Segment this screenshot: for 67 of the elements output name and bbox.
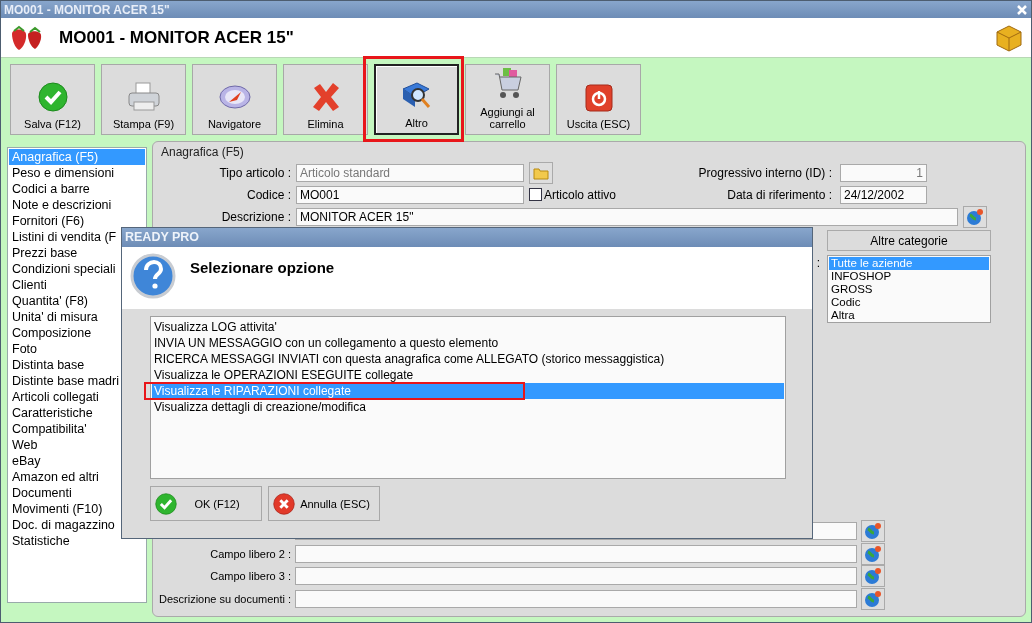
- question-icon: [130, 253, 176, 299]
- sidebar-item[interactable]: Statistiche: [9, 533, 145, 549]
- globe-icon: [864, 544, 882, 563]
- text-field[interactable]: [295, 544, 857, 563]
- check-icon: [155, 492, 177, 515]
- option-item[interactable]: Visualizza dettagli di creazione/modifica: [152, 399, 784, 415]
- globe-icon: [864, 567, 882, 586]
- toolbar-button[interactable]: Altro: [374, 64, 459, 135]
- globe-button[interactable]: [861, 565, 885, 588]
- toolbar-button[interactable]: Uscita (ESC): [556, 64, 641, 135]
- option-item[interactable]: Visualizza le OPERAZIONI ESEGUITE collegate: [152, 367, 784, 383]
- text-field[interactable]: [295, 589, 857, 608]
- field-label: Descrizione su documenti :: [159, 592, 291, 605]
- field-label: Campo libero 2 :: [209, 547, 291, 560]
- toolbar-button[interactable]: Elimina: [283, 64, 368, 135]
- sidebar-item[interactable]: Fornitori (F6): [9, 213, 145, 229]
- dialog-heading: Selezionare opzione: [190, 259, 335, 278]
- company-item[interactable]: Altra: [829, 309, 989, 323]
- field-label: Codice :: [245, 187, 291, 202]
- checkbox-label: Articolo attivo: [544, 187, 617, 202]
- power-icon: [584, 84, 613, 112]
- sidebar-item[interactable]: Peso e dimensioni: [9, 165, 145, 181]
- field-label: Descrizione :: [220, 210, 291, 225]
- colon: :: [816, 256, 820, 273]
- text-field[interactable]: [295, 567, 857, 586]
- printer-icon: [126, 82, 161, 112]
- delete-icon: [310, 82, 341, 112]
- dialog-title: READY PRO: [122, 228, 812, 247]
- check-icon: [37, 82, 68, 112]
- compass-icon: [217, 82, 252, 112]
- field-label: Tipo articolo :: [218, 166, 291, 180]
- company-item[interactable]: GROSS: [829, 283, 989, 297]
- sidebar-item[interactable]: Note e descrizioni: [9, 197, 145, 213]
- globe-icon: [864, 589, 882, 608]
- folder-icon: [533, 166, 549, 180]
- checkbox[interactable]: [529, 188, 542, 202]
- sidebar-item[interactable]: Codici a barre: [9, 181, 145, 197]
- description-field[interactable]: MONITOR ACER 15": [296, 208, 958, 227]
- window-title: MO001 - MONITOR ACER 15": [4, 2, 170, 17]
- globe-icon: [864, 522, 882, 541]
- cube-icon: [995, 23, 1023, 52]
- cancel-button[interactable]: Annulla (ESC): [268, 486, 380, 521]
- globe-button[interactable]: [861, 520, 885, 543]
- record-title: MO001 - MONITOR ACER 15": [59, 27, 295, 48]
- field-label: Campo libero 3 :: [209, 570, 291, 583]
- globe-icon: [966, 208, 984, 227]
- toolbar-button[interactable]: Salva (F12): [10, 64, 95, 135]
- close-icon[interactable]: [1017, 4, 1027, 15]
- option-item[interactable]: Visualizza LOG attivita': [152, 319, 784, 335]
- cancel-icon: [273, 492, 295, 515]
- toolbar-button[interactable]: Aggiungi al carrello: [465, 64, 550, 135]
- field-label: Data di riferimento :: [727, 187, 832, 202]
- ok-button[interactable]: OK (F12): [150, 486, 262, 521]
- other-categories-button[interactable]: Altre categorie: [827, 230, 991, 252]
- company-item[interactable]: INFOSHOP: [829, 270, 989, 284]
- globe-button[interactable]: [963, 206, 987, 229]
- option-item[interactable]: RICERCA MESSAGGI INVIATI con questa anagrafica come ALLEGATO (storico messaggistica): [152, 351, 784, 367]
- toolbar-button[interactable]: Stampa (F9): [101, 64, 186, 135]
- globe-button[interactable]: [861, 542, 885, 565]
- company-item[interactable]: Codic: [829, 296, 989, 310]
- field-label: Progressivo interno (ID) :: [698, 166, 832, 180]
- date-field[interactable]: 24/12/2002: [840, 185, 927, 204]
- code-field[interactable]: MO001: [296, 185, 524, 204]
- group-title: Anagrafica (F5): [160, 146, 245, 159]
- globe-button[interactable]: [861, 587, 885, 610]
- option-item[interactable]: INVIA UN MESSAGGIO con un collegamento a questo elemento: [152, 335, 784, 351]
- toolbar-button[interactable]: Navigatore: [192, 64, 277, 135]
